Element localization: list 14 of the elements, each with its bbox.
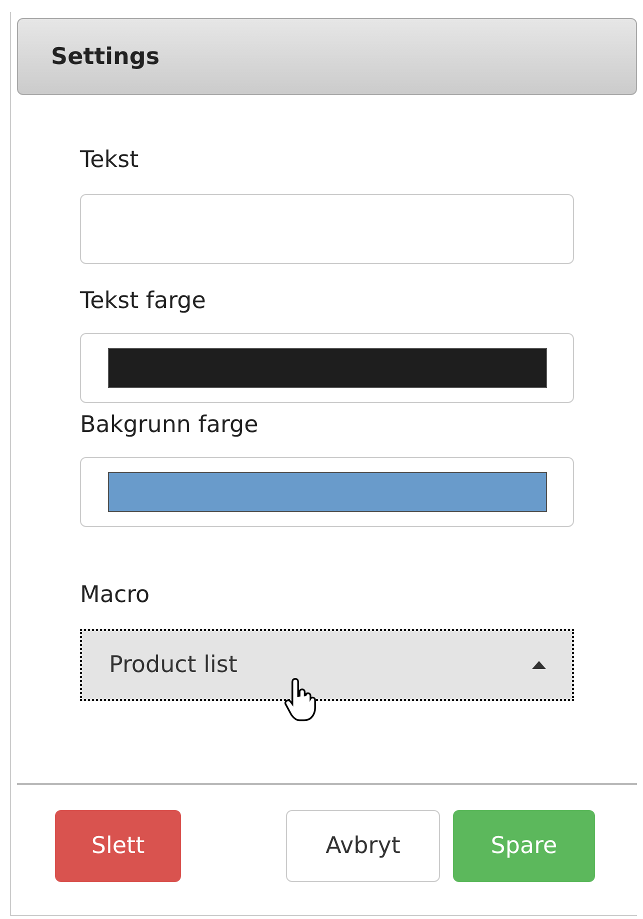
caret-up-icon [532, 661, 546, 669]
field-label: Tekst [80, 146, 140, 175]
text-input-field[interactable] [80, 194, 574, 264]
field-label: Tekst farge [80, 287, 207, 316]
field-label: Macro [80, 581, 151, 610]
cancel-button[interactable]: Avbryt [286, 810, 440, 882]
panel-title: Settings [51, 44, 160, 70]
macro-dropdown[interactable]: Product list [80, 629, 574, 701]
color-picker-field[interactable] [80, 333, 574, 403]
delete-button[interactable]: Slett [55, 810, 181, 882]
hand-pointer-icon [283, 676, 319, 722]
dropdown-value: Product list [109, 652, 238, 678]
color-picker-field[interactable] [80, 457, 574, 527]
field-label: Bakgrunn farge [80, 411, 260, 440]
